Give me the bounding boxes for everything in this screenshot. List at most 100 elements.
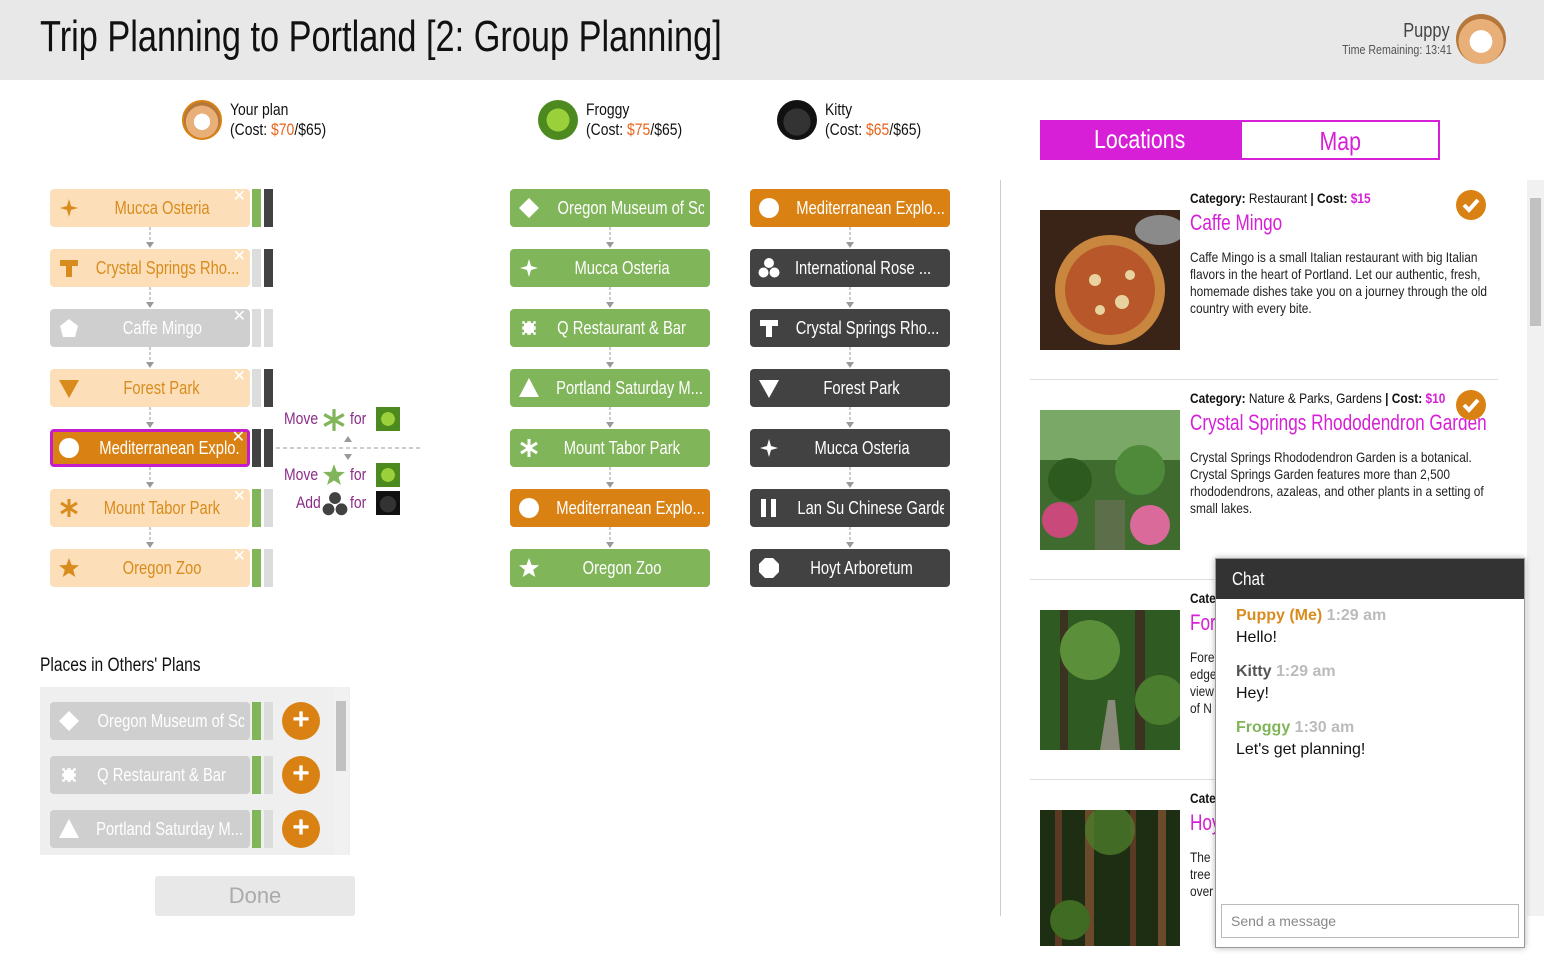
- vote-bars: [252, 249, 274, 287]
- plan-item[interactable]: Caffe Mingo ✕: [50, 309, 250, 347]
- user-name: Puppy: [1403, 20, 1450, 42]
- plan-item[interactable]: Oregon Museum of Sc...: [510, 189, 710, 227]
- froggy-plan-cost: (Cost: $75/$65): [586, 120, 683, 139]
- add-place-button[interactable]: +: [282, 810, 320, 848]
- puzzle-icon: [519, 318, 539, 338]
- chat-message: Froggy 1:30 am Let's get planning!: [1236, 719, 1365, 759]
- tab-map[interactable]: Map: [1240, 120, 1440, 160]
- location-card[interactable]: Category: Nature & Parks, Gardens | Cost…: [1030, 380, 1498, 580]
- scrollbar-thumb[interactable]: [336, 701, 346, 771]
- location-name[interactable]: Caffe Mingo: [1190, 210, 1282, 236]
- location-card[interactable]: Category: Restaurant | Cost: $15 Caffe M…: [1030, 180, 1498, 380]
- plan-item-label: Mediterranean Explo...: [99, 438, 241, 458]
- for-label: for: [350, 409, 367, 428]
- down-arrow-icon: [606, 227, 614, 248]
- plan-item[interactable]: Mucca Osteria ✕: [50, 189, 250, 227]
- plan-item[interactable]: Portland Saturday M...: [510, 369, 710, 407]
- add-place-button[interactable]: +: [282, 756, 320, 794]
- locations-scrollbar[interactable]: [1527, 180, 1544, 916]
- selected-check-icon[interactable]: [1456, 190, 1486, 220]
- your-plan-header: Your plan (Cost: $70/$65): [230, 100, 347, 140]
- trefoil-icon[interactable]: [322, 491, 348, 517]
- plan-item[interactable]: Mount Tabor Park ✕: [50, 489, 250, 527]
- plan-item[interactable]: Oregon Zoo: [510, 549, 710, 587]
- add-place-button[interactable]: +: [282, 702, 320, 740]
- for-label: for: [350, 493, 367, 512]
- plan-item[interactable]: Crystal Springs Rho...: [750, 309, 950, 347]
- down-arrow-icon: [846, 287, 854, 308]
- location-category: Category: Restaurant | Cost: $15: [1190, 190, 1371, 206]
- panel-divider: [1000, 180, 1001, 916]
- done-button[interactable]: Done: [155, 876, 355, 916]
- location-name[interactable]: Crystal Springs Rhododendron Garden: [1190, 410, 1487, 436]
- scrollbar-thumb[interactable]: [1530, 198, 1541, 326]
- plan-item-label: Mediterranean Explo...: [556, 498, 704, 518]
- location-category: Cate: [1190, 790, 1216, 806]
- plan-item[interactable]: Oregon Zoo ✕: [50, 549, 250, 587]
- t-shape-icon: [60, 260, 78, 277]
- plan-item[interactable]: Mucca Osteria: [750, 429, 950, 467]
- plan-item[interactable]: Forest Park: [750, 369, 950, 407]
- plan-item[interactable]: Lan Su Chinese Garden: [750, 489, 950, 527]
- message-time: 1:29 am: [1326, 607, 1387, 624]
- plan-item[interactable]: Forest Park ✕: [50, 369, 250, 407]
- sparkle-icon: [60, 199, 78, 217]
- plan-item[interactable]: Mucca Osteria: [510, 249, 710, 287]
- remove-icon[interactable]: ✕: [232, 430, 245, 446]
- star-icon: [59, 558, 79, 577]
- location-photo: [1040, 810, 1180, 946]
- sparkle-icon: [760, 439, 778, 457]
- for-label: for: [350, 465, 367, 484]
- remove-icon[interactable]: ✕: [233, 189, 246, 205]
- selected-check-icon[interactable]: [1456, 390, 1486, 420]
- star-icon[interactable]: [322, 463, 346, 487]
- user-avatar[interactable]: [1456, 14, 1506, 64]
- plan-item-label: Mediterranean Explo...: [796, 198, 944, 218]
- remove-icon[interactable]: ✕: [233, 549, 246, 565]
- location-name[interactable]: For: [1190, 610, 1216, 636]
- remove-icon[interactable]: ✕: [233, 249, 246, 265]
- others-scrollbar[interactable]: [334, 687, 348, 855]
- froggy-mini-avatar: [376, 463, 400, 487]
- plan-item[interactable]: Crystal Springs Rho... ✕: [50, 249, 250, 287]
- plan-item-label: Crystal Springs Rho...: [95, 258, 240, 278]
- location-description: Crystal Springs Rhododendron Garden is a…: [1190, 449, 1484, 516]
- kitty-plan-title: Kitty: [825, 100, 853, 119]
- others-plans-list[interactable]: Oregon Museum of Sc... + Q Restaurant & …: [40, 687, 350, 855]
- remove-icon[interactable]: ✕: [233, 309, 246, 325]
- plan-item[interactable]: Mount Tabor Park: [510, 429, 710, 467]
- down-arrow-icon: [146, 287, 154, 308]
- froggy-mini-avatar: [376, 407, 400, 431]
- others-list-item[interactable]: Portland Saturday M...: [50, 810, 250, 848]
- chat-message-input[interactable]: Send a message: [1221, 904, 1519, 938]
- others-list-item[interactable]: Oregon Museum of Sc...: [50, 702, 250, 740]
- plan-item-label: Hoyt Arboretum: [810, 558, 914, 578]
- tab-locations[interactable]: Locations: [1040, 120, 1240, 160]
- location-category: Cate: [1190, 590, 1216, 606]
- plan-item[interactable]: Hoyt Arboretum: [750, 549, 950, 587]
- plan-item-selected[interactable]: Mediterranean Explo... ✕: [50, 429, 250, 467]
- plan-item-label: Mount Tabor Park: [103, 498, 221, 518]
- plan-item[interactable]: International Rose ...: [750, 249, 950, 287]
- remove-icon[interactable]: ✕: [233, 489, 246, 505]
- kitty-mini-avatar: [376, 491, 400, 515]
- plan-item[interactable]: Q Restaurant & Bar: [510, 309, 710, 347]
- chat-header[interactable]: Chat: [1216, 559, 1524, 599]
- location-description: Caffe Mingo is a small Italian restauran…: [1190, 249, 1488, 316]
- message-time: 1:30 am: [1294, 719, 1355, 736]
- plan-item-label: Forest Park: [123, 378, 201, 398]
- plan-item[interactable]: Mediterranean Explo...: [750, 189, 950, 227]
- message-text: Let's get planning!: [1236, 741, 1366, 758]
- others-list-item[interactable]: Q Restaurant & Bar: [50, 756, 250, 794]
- down-arrow-icon: [606, 407, 614, 428]
- move-suggestion-label: Move: [284, 465, 319, 484]
- message-author: Kitty: [1236, 663, 1272, 680]
- plan-item-label: Oregon Museum of Sc...: [557, 198, 704, 218]
- asterisk-icon: [520, 439, 538, 457]
- remove-icon[interactable]: ✕: [233, 369, 246, 385]
- plan-item-label: Crystal Springs Rho...: [795, 318, 940, 338]
- message-text: Hey!: [1236, 685, 1269, 702]
- asterisk-icon[interactable]: [322, 408, 346, 432]
- t-shape-icon: [760, 320, 778, 337]
- plan-item[interactable]: Mediterranean Explo...: [510, 489, 710, 527]
